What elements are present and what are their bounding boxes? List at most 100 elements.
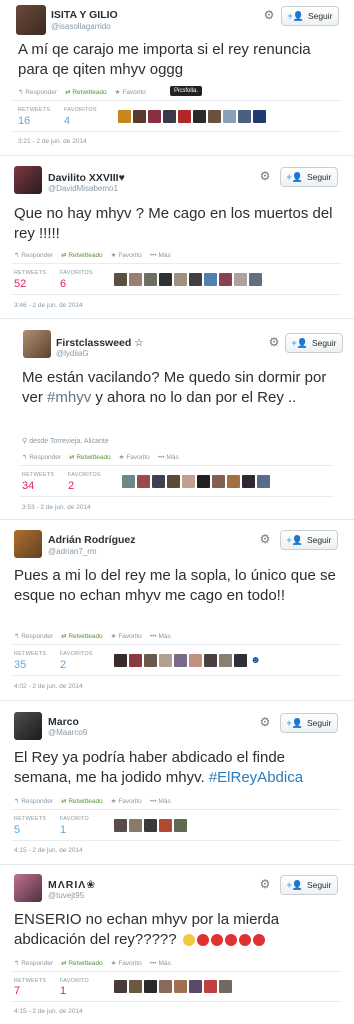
favorites-count[interactable]: 4 (64, 115, 70, 127)
retweet-button[interactable]: ⇄ Retwitteado (61, 632, 103, 640)
retweets-count[interactable]: 7 (14, 985, 20, 997)
avatar[interactable] (159, 980, 172, 993)
favorites-count[interactable]: 1 (60, 985, 66, 997)
follow-button[interactable]: +👤 Seguir (280, 167, 338, 187)
favorite-button[interactable]: ★ Favorito (115, 88, 146, 96)
avatar[interactable] (249, 273, 262, 286)
retweet-button[interactable]: ⇄ Retwitteado (65, 88, 107, 96)
avatar[interactable] (14, 712, 42, 740)
retweets-count[interactable]: 34 (22, 480, 34, 492)
display-name[interactable]: Marco (48, 716, 79, 728)
avatar[interactable] (242, 475, 255, 488)
display-name[interactable]: ISITA Y GILIO (51, 9, 118, 21)
follow-button[interactable]: +👤 Seguir (285, 333, 343, 353)
timestamp[interactable]: 3:21 - 2 de jun. de 2014 (18, 138, 87, 145)
favorites-count[interactable]: 6 (60, 278, 66, 290)
avatar[interactable] (223, 110, 236, 123)
avatar[interactable]: ☻ (249, 654, 262, 667)
avatar[interactable] (129, 273, 142, 286)
avatar[interactable] (234, 273, 247, 286)
avatar[interactable] (14, 530, 42, 558)
avatar[interactable] (204, 273, 217, 286)
avatar[interactable] (163, 110, 176, 123)
avatar[interactable] (219, 654, 232, 667)
reply-button[interactable]: ↰ Responder (14, 959, 53, 967)
reply-button[interactable]: ↰ Responder (18, 88, 57, 96)
reply-button[interactable]: ↰ Responder (22, 453, 61, 461)
avatar[interactable] (253, 110, 266, 123)
avatar[interactable] (238, 110, 251, 123)
timestamp[interactable]: 4:02 - 2 de jun. de 2014 (14, 683, 83, 690)
avatar[interactable] (189, 980, 202, 993)
avatar[interactable] (114, 819, 127, 832)
avatar[interactable] (114, 273, 127, 286)
avatar[interactable] (118, 110, 131, 123)
gear-icon[interactable]: ⚙ (268, 336, 280, 348)
retweet-button[interactable]: ⇄ Retwitteado (61, 959, 103, 967)
follow-button[interactable]: +👤 Seguir (281, 6, 339, 26)
avatar[interactable] (129, 980, 142, 993)
avatar[interactable] (212, 475, 225, 488)
favorites-count[interactable]: 2 (68, 480, 74, 492)
avatar[interactable] (193, 110, 206, 123)
timestamp[interactable]: 3:46 - 2 de jun. de 2014 (14, 302, 83, 309)
handle[interactable]: @Maarco9 (48, 728, 87, 737)
favorite-button[interactable]: ★ Favorito (111, 797, 142, 805)
avatar[interactable] (174, 273, 187, 286)
avatar[interactable] (174, 980, 187, 993)
display-name[interactable]: MΛRIΛ❀ (48, 879, 96, 891)
more-button[interactable]: ••• Más (150, 633, 171, 640)
favorite-button[interactable]: ★ Favorito (119, 453, 150, 461)
handle[interactable]: @adrian7_rm (48, 547, 97, 556)
hashtag-link[interactable]: #ElReyAbdica (209, 769, 303, 786)
retweets-count[interactable]: 5 (14, 824, 20, 836)
avatar[interactable] (197, 475, 210, 488)
display-name[interactable]: Adrián Rodríguez (48, 534, 136, 546)
timestamp[interactable]: 4:15 - 2 de jun. de 2014 (14, 1008, 83, 1015)
avatar[interactable] (257, 475, 270, 488)
handle[interactable]: @DavidMisabemo1 (48, 184, 118, 193)
retweet-button[interactable]: ⇄ Retwitteado (61, 797, 103, 805)
avatar[interactable] (159, 654, 172, 667)
reply-button[interactable]: ↰ Responder (14, 251, 53, 259)
avatar[interactable] (219, 980, 232, 993)
avatar[interactable] (23, 330, 51, 358)
more-button[interactable]: ••• Más (150, 960, 171, 967)
avatar[interactable] (133, 110, 146, 123)
favorite-button[interactable]: ★ Favorito (111, 632, 142, 640)
avatar[interactable] (174, 654, 187, 667)
gear-icon[interactable]: ⚙ (259, 716, 271, 728)
favorites-count[interactable]: 2 (60, 659, 66, 671)
hashtag-link[interactable]: #mhyv (47, 389, 91, 406)
avatar[interactable] (152, 475, 165, 488)
avatar[interactable] (129, 819, 142, 832)
retweets-count[interactable]: 52 (14, 278, 26, 290)
favorite-button[interactable]: ★ Favorito (111, 959, 142, 967)
avatar[interactable] (122, 475, 135, 488)
avatar[interactable] (114, 654, 127, 667)
avatar[interactable] (182, 475, 195, 488)
avatar[interactable] (129, 654, 142, 667)
follow-button[interactable]: +👤 Seguir (280, 530, 338, 550)
avatar[interactable] (144, 980, 157, 993)
avatar[interactable] (178, 110, 191, 123)
retweets-count[interactable]: 16 (18, 115, 30, 127)
timestamp[interactable]: 4:15 - 2 de jun. de 2014 (14, 847, 83, 854)
avatar[interactable] (144, 654, 157, 667)
avatar[interactable] (16, 5, 46, 35)
avatar[interactable] (167, 475, 180, 488)
display-name[interactable]: Firstclassweed ☆ (56, 337, 144, 349)
avatar[interactable] (234, 654, 247, 667)
timestamp[interactable]: 3:53 - 2 de jun. de 2014 (22, 504, 91, 511)
avatar[interactable] (227, 475, 240, 488)
avatar[interactable] (189, 273, 202, 286)
avatar[interactable] (189, 654, 202, 667)
follow-button[interactable]: +👤 Seguir (280, 875, 338, 895)
handle[interactable]: @isasollagarrido (51, 22, 111, 31)
display-name[interactable]: Davilito XXVIII♥ (48, 172, 125, 184)
avatar[interactable] (114, 980, 127, 993)
favorites-count[interactable]: 1 (60, 824, 66, 836)
more-button[interactable]: ••• Más (150, 798, 171, 805)
gear-icon[interactable]: ⚙ (263, 9, 275, 21)
avatar[interactable] (148, 110, 161, 123)
